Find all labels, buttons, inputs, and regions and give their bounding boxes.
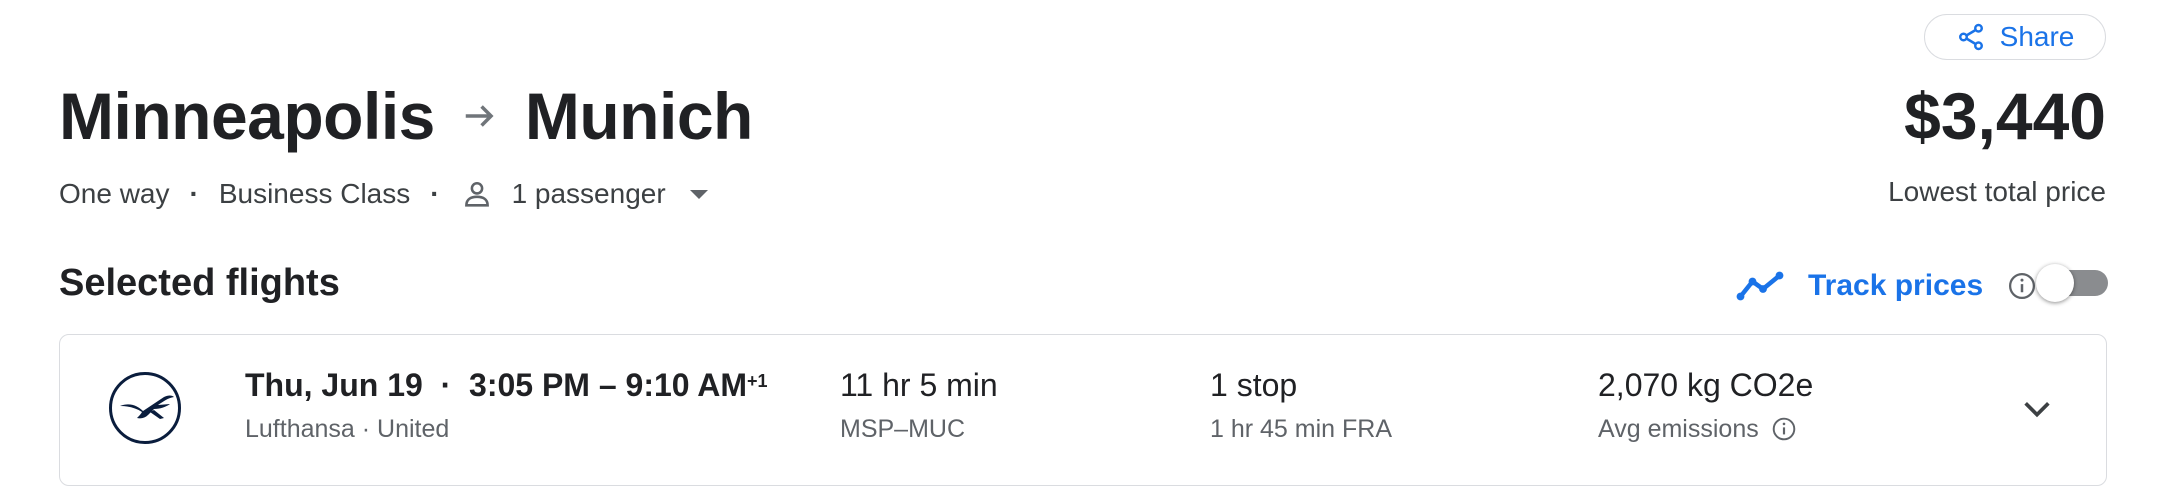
total-price: $3,440: [1904, 79, 2106, 153]
stops-column: 1 stop 1 hr 45 min FRA: [1210, 365, 1392, 445]
track-prices-toggle[interactable]: [2036, 264, 2108, 302]
section-title: Selected flights: [59, 262, 340, 304]
trip-summary: One way · Business Class · 1 passenger: [59, 174, 708, 214]
share-button[interactable]: Share: [1924, 14, 2106, 60]
emissions-caption-row: Avg emissions: [1598, 413, 1813, 445]
dropdown-caret-icon: [689, 189, 708, 199]
separator-dot: ·: [189, 178, 199, 209]
separator-dot: ·: [431, 367, 461, 403]
share-icon: [1958, 23, 1983, 51]
destination-city: Munich: [524, 79, 753, 153]
lufthansa-logo: [109, 372, 181, 444]
stop-count: 1 stop: [1210, 367, 1298, 403]
toggle-knob: [2036, 264, 2074, 302]
flight-date: Thu, Jun 19: [245, 367, 423, 403]
flight-schedule: Thu, Jun 19 · 3:05 PM – 9:10 AM+1: [245, 365, 768, 405]
person-icon: [464, 181, 489, 207]
route-title: Minneapolis Munich: [59, 76, 753, 156]
trend-line-icon: [1736, 271, 1784, 301]
day-offset: +1: [747, 371, 768, 391]
separator-dot: ·: [430, 178, 440, 209]
flight-times-column: Thu, Jun 19 · 3:05 PM – 9:10 AM+1 Luftha…: [245, 365, 768, 445]
info-icon[interactable]: [2007, 271, 2037, 301]
track-prices-label[interactable]: Track prices: [1808, 269, 1983, 303]
cabin-class: Business Class: [218, 178, 411, 209]
flight-card[interactable]: Thu, Jun 19 · 3:05 PM – 9:10 AM+1 Luftha…: [59, 334, 2107, 486]
flight-times: 3:05 PM – 9:10 AM: [469, 367, 748, 403]
price-caption: Lowest total price: [1888, 176, 2106, 207]
layover-info: 1 hr 45 min FRA: [1210, 415, 1393, 443]
duration-column: 11 hr 5 min MSP–MUC: [840, 365, 998, 445]
airlines: Lufthansa · United: [245, 415, 450, 443]
passenger-selector[interactable]: 1 passenger: [460, 177, 708, 211]
route-codes: MSP–MUC: [840, 415, 966, 443]
arrow-right-icon: [461, 97, 499, 135]
emissions-column: 2,070 kg CO2e Avg emissions: [1598, 365, 1813, 445]
passenger-count: 1 passenger: [511, 178, 666, 209]
share-label: Share: [1999, 21, 2075, 52]
origin-city: Minneapolis: [59, 79, 435, 153]
chevron-down-icon[interactable]: [2020, 397, 2054, 421]
track-prices: Track prices: [1736, 264, 2037, 308]
info-icon[interactable]: [1771, 416, 1797, 442]
trip-type: One way: [59, 178, 170, 209]
emissions-value: 2,070 kg CO2e: [1598, 367, 1814, 403]
emissions-caption: Avg emissions: [1598, 415, 1759, 443]
flight-duration: 11 hr 5 min: [840, 367, 998, 403]
